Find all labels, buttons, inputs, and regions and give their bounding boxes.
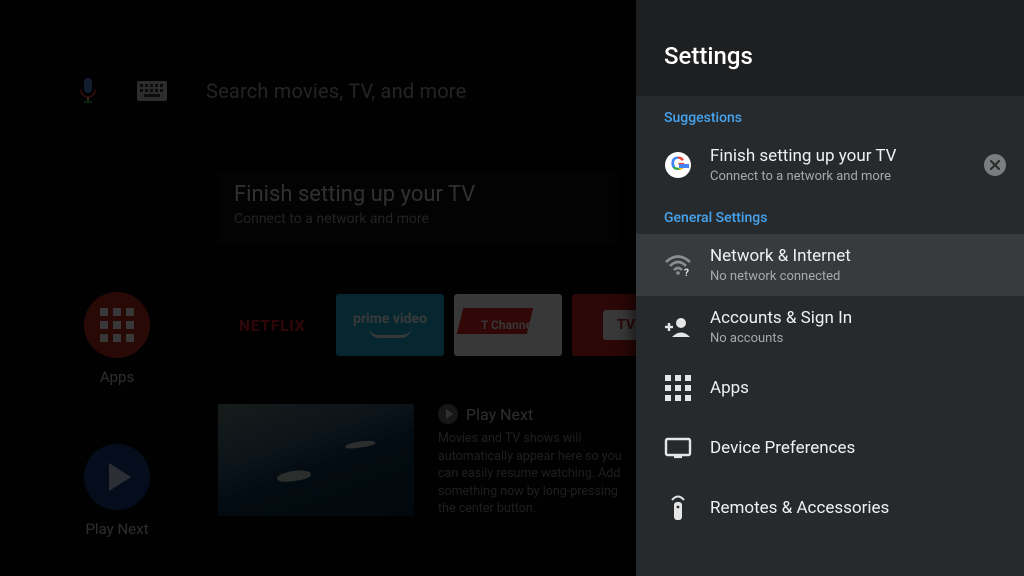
suggestion-finish-setup[interactable]: G Finish setting up your TV Connect to a…: [636, 134, 1024, 196]
settings-item-remotes[interactable]: Remotes & Accessories: [636, 478, 1024, 538]
svg-text:?: ?: [684, 268, 689, 279]
settings-item-network[interactable]: ? Network & Internet No network connecte…: [636, 234, 1024, 296]
apps-title: Apps: [710, 378, 749, 398]
suggestion-subtitle: Connect to a network and more: [710, 169, 896, 184]
settings-header: Settings: [636, 0, 1024, 96]
section-suggestions: Suggestions: [636, 96, 1024, 134]
settings-item-apps[interactable]: Apps: [636, 358, 1024, 418]
apps-icon: [664, 375, 692, 401]
settings-item-device-prefs[interactable]: Device Preferences: [636, 418, 1024, 478]
remote-icon: [664, 495, 692, 521]
dismiss-suggestion-button[interactable]: [984, 154, 1006, 176]
section-general: General Settings: [636, 196, 1024, 234]
network-title: Network & Internet: [710, 246, 851, 266]
suggestion-title: Finish setting up your TV: [710, 146, 896, 166]
settings-panel: Settings Suggestions G Finish setting up…: [636, 0, 1024, 576]
display-icon: [664, 438, 692, 458]
add-account-icon: [664, 316, 692, 338]
accounts-title: Accounts & Sign In: [710, 308, 852, 328]
settings-item-accounts[interactable]: Accounts & Sign In No accounts: [636, 296, 1024, 358]
wifi-off-icon: ?: [664, 255, 692, 275]
google-g-icon: G: [665, 152, 691, 178]
remotes-title: Remotes & Accessories: [710, 498, 889, 518]
device-prefs-title: Device Preferences: [710, 438, 855, 458]
settings-title: Settings: [664, 42, 996, 70]
network-subtitle: No network connected: [710, 269, 851, 284]
accounts-subtitle: No accounts: [710, 331, 852, 346]
